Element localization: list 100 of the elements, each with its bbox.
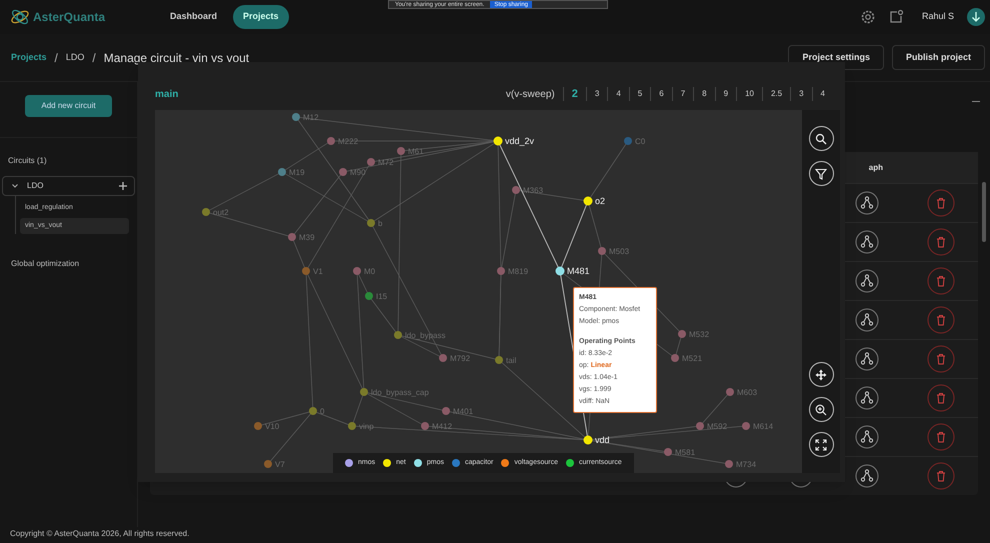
fullscreen-button[interactable] [808, 432, 834, 457]
graph-node[interactable] [394, 331, 402, 339]
zoom-in-button[interactable] [808, 397, 834, 422]
delete-icon[interactable] [927, 384, 955, 412]
notification-icon[interactable] [888, 9, 904, 25]
delete-icon[interactable] [927, 306, 955, 334]
action-button[interactable]: Publish project [892, 45, 985, 70]
graph-node[interactable] [348, 422, 356, 430]
graph-node[interactable] [360, 388, 368, 396]
delete-icon[interactable] [927, 345, 955, 373]
node-label: M792 [450, 354, 470, 363]
graph-node[interactable] [278, 168, 286, 176]
sweep-step[interactable]: 3 [790, 87, 812, 101]
sweep-step[interactable]: 8 [693, 87, 715, 101]
sweep-step[interactable]: 9 [714, 87, 736, 101]
add-circuit-button[interactable]: Add new circuit [25, 95, 112, 117]
graph-node[interactable] [584, 196, 592, 206]
graph-node[interactable] [439, 354, 447, 362]
sweep-step[interactable]: 2.5 [762, 87, 790, 101]
node-label: o2 [595, 196, 606, 206]
sweep-step[interactable]: 3 [586, 87, 608, 101]
graph-node[interactable] [288, 233, 296, 241]
graph-icon[interactable] [855, 308, 879, 332]
node-label: M581 [675, 448, 696, 457]
move-button[interactable] [808, 362, 834, 387]
sweep-step[interactable]: 5 [628, 87, 650, 101]
graph-node[interactable] [442, 407, 450, 415]
graph-node[interactable] [725, 460, 733, 468]
node-label: M614 [753, 422, 774, 431]
graph-node[interactable] [353, 267, 361, 275]
nav-tab[interactable]: Dashboard [160, 5, 228, 29]
graph-node[interactable] [598, 247, 606, 255]
sweep-step[interactable]: 4 [607, 87, 629, 101]
graph-node[interactable] [584, 436, 592, 444]
settings-icon[interactable] [860, 9, 876, 25]
avatar-icon[interactable] [966, 7, 986, 27]
section-title: Circuits (1) [8, 155, 48, 167]
graph-node[interactable] [339, 168, 347, 176]
node-label: M39 [299, 233, 315, 242]
graph-node[interactable] [497, 267, 505, 275]
filter-button[interactable] [808, 161, 834, 186]
graph-node[interactable] [624, 137, 632, 145]
graph-node[interactable] [292, 113, 300, 121]
graph-node[interactable] [671, 354, 679, 362]
graph-node[interactable] [556, 266, 564, 276]
node-label: M734 [736, 460, 756, 469]
graph-node[interactable] [494, 136, 502, 146]
node-label: ldo_bypass_cap [371, 388, 429, 397]
graph-node[interactable] [696, 422, 704, 430]
fullscreen-icon [815, 438, 827, 450]
node-label: ldo_bypass [405, 331, 446, 340]
graph-node[interactable] [264, 460, 272, 468]
graph-node[interactable] [367, 219, 375, 227]
graph-icon[interactable] [855, 230, 879, 254]
graph-node[interactable] [495, 356, 503, 364]
graph-node[interactable] [202, 208, 210, 216]
graph-node[interactable] [302, 267, 310, 275]
delete-icon[interactable] [927, 267, 955, 295]
sweep-step[interactable]: 4 [812, 87, 833, 101]
graph-icon[interactable] [855, 425, 879, 449]
nav-tab[interactable]: Projects [233, 5, 289, 29]
graph-node[interactable] [365, 292, 373, 300]
graph-icon[interactable] [855, 347, 879, 371]
graph-icon[interactable] [855, 386, 879, 410]
node-label: V10 [265, 422, 280, 431]
app-name: AsterQuanta [33, 9, 106, 26]
sweep-step[interactable]: 2 [562, 87, 586, 101]
graph-node[interactable] [327, 137, 335, 145]
sweep-step[interactable]: 10 [736, 87, 762, 101]
graph-node[interactable] [726, 388, 734, 396]
node-label: 0 [320, 407, 324, 416]
delete-icon[interactable] [927, 462, 955, 490]
graph-icon[interactable] [855, 464, 879, 488]
graph-node[interactable] [309, 407, 317, 415]
plus-icon[interactable] [118, 181, 128, 191]
graph-icon[interactable] [855, 191, 879, 215]
graph-node[interactable] [678, 330, 686, 338]
delete-icon[interactable] [927, 423, 955, 451]
sidebar-link[interactable]: Global optimization [11, 258, 137, 270]
graph-node[interactable] [397, 147, 405, 155]
search-button[interactable] [808, 126, 834, 151]
graph-node[interactable] [421, 422, 429, 430]
sweep-step[interactable]: 6 [650, 87, 672, 101]
graph-node[interactable] [742, 422, 750, 430]
delete-icon[interactable] [927, 189, 955, 217]
breadcrumb-link[interactable]: Projects [11, 50, 47, 64]
breadcrumb-link[interactable]: LDO [66, 50, 84, 64]
graph-node[interactable] [367, 158, 375, 166]
graph-node[interactable] [664, 448, 672, 456]
node-label: M61 [408, 147, 424, 156]
chevron-icon [11, 182, 19, 190]
sweep-step[interactable]: 7 [672, 87, 694, 101]
breadcrumb-separator: / [54, 50, 58, 66]
graph-icon[interactable] [855, 269, 879, 293]
graph-node[interactable] [512, 186, 520, 194]
tree-item[interactable]: LDO [2, 176, 135, 196]
delete-icon[interactable] [927, 228, 955, 256]
node-label: V1 [313, 267, 323, 276]
user-name[interactable]: Rahul S [922, 10, 954, 24]
graph-node[interactable] [254, 422, 262, 430]
